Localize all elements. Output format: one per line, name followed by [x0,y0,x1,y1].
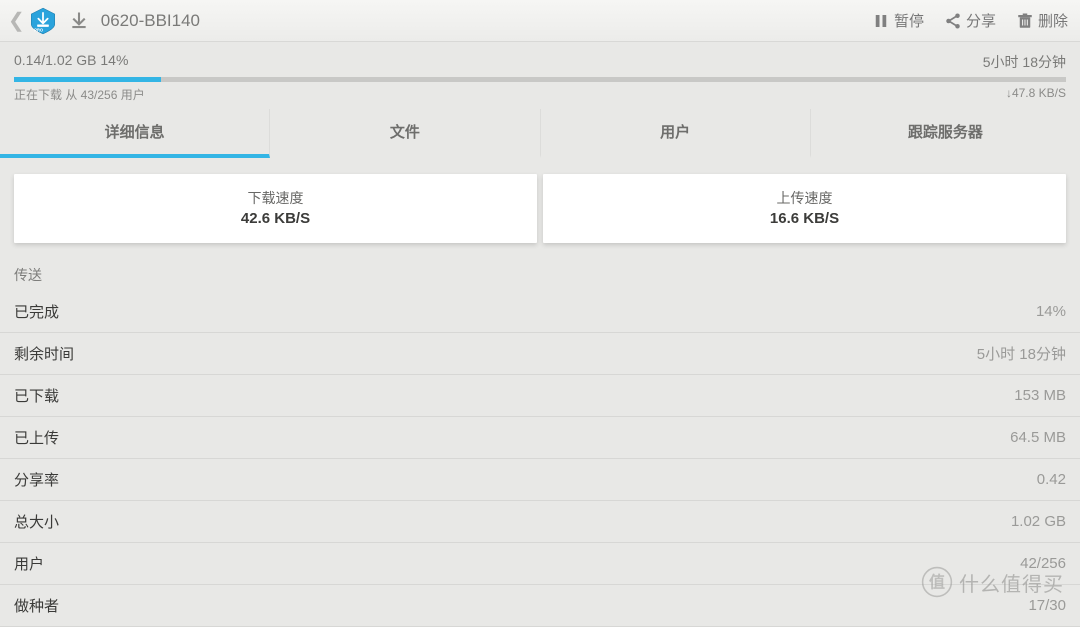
tab-detail[interactable]: 详细信息 [0,109,270,158]
row-label: 做种者 [14,595,59,616]
app-header: ❮ PRO 0620-BBI140 暂停 分享 删除 [0,0,1080,42]
section-transfer-header: 传送 [0,261,1080,291]
trash-icon [1016,12,1034,30]
share-icon [944,12,962,30]
row-ratio: 分享率 0.42 [0,459,1080,501]
upload-speed-card: 上传速度 16.6 KB/S [543,174,1066,243]
row-users: 用户 42/256 [0,543,1080,585]
row-value: 1.02 GB [1011,513,1066,530]
tab-users[interactable]: 用户 [541,109,811,158]
download-speed-label: 下载速度 [14,188,537,208]
progress-section: 0.14/1.02 GB 14% 5小时 18分钟 正在下载 从 43/256 … [0,42,1080,103]
row-label: 总大小 [14,511,59,532]
row-label: 分享率 [14,469,59,490]
row-value: 0.42 [1037,471,1066,488]
row-label: 已完成 [14,301,59,322]
pause-button[interactable]: 暂停 [866,6,930,35]
row-label: 剩余时间 [14,343,74,364]
row-completed: 已完成 14% [0,291,1080,333]
rate-line: ↓47.8 KB/S [1006,86,1066,103]
row-value: 153 MB [1014,387,1066,404]
eta-text: 5小时 18分钟 [983,52,1066,72]
row-remaining: 剩余时间 5小时 18分钟 [0,333,1080,375]
tab-files[interactable]: 文件 [270,109,540,158]
row-label: 用户 [14,553,44,574]
speed-row: 下载速度 42.6 KB/S 上传速度 16.6 KB/S [0,158,1080,261]
row-label: 已上传 [14,427,59,448]
share-label: 分享 [966,10,996,31]
svg-text:PRO: PRO [34,27,43,32]
row-value: 14% [1036,303,1066,320]
svg-text:值: 值 [929,573,945,592]
download-arrow-icon[interactable] [69,11,89,31]
pause-icon [872,12,890,30]
row-value: 64.5 MB [1010,429,1066,446]
upload-speed-value: 16.6 KB/S [543,210,1066,227]
download-speed-card: 下载速度 42.6 KB/S [14,174,537,243]
row-value: 17/30 [1028,597,1066,614]
row-downloaded: 已下载 153 MB [0,375,1080,417]
tab-trackers[interactable]: 跟踪服务器 [811,109,1080,158]
pause-label: 暂停 [894,10,924,31]
back-icon[interactable]: ❮ [6,4,27,37]
watermark: 值 什么值得买 [921,566,1064,598]
row-label: 已下载 [14,385,59,406]
watermark-text: 什么值得买 [959,568,1064,597]
peers-line: 正在下载 从 43/256 用户 [14,86,145,103]
progress-text: 0.14/1.02 GB 14% [14,52,128,72]
delete-label: 删除 [1038,10,1068,31]
row-seeders: 做种者 17/30 [0,585,1080,627]
progress-fill [14,77,161,82]
row-uploaded: 已上传 64.5 MB [0,417,1080,459]
delete-button[interactable]: 删除 [1010,6,1074,35]
progress-bar [14,77,1066,82]
download-speed-value: 42.6 KB/S [14,210,537,227]
app-logo-icon[interactable]: PRO [29,7,57,35]
upload-speed-label: 上传速度 [543,188,1066,208]
torrent-title: 0620-BBI140 [101,11,200,31]
watermark-logo-icon: 值 [921,566,953,598]
row-value: 5小时 18分钟 [977,343,1066,364]
tabs-bar: 详细信息 文件 用户 跟踪服务器 [0,109,1080,158]
share-button[interactable]: 分享 [938,6,1002,35]
row-totalsize: 总大小 1.02 GB [0,501,1080,543]
